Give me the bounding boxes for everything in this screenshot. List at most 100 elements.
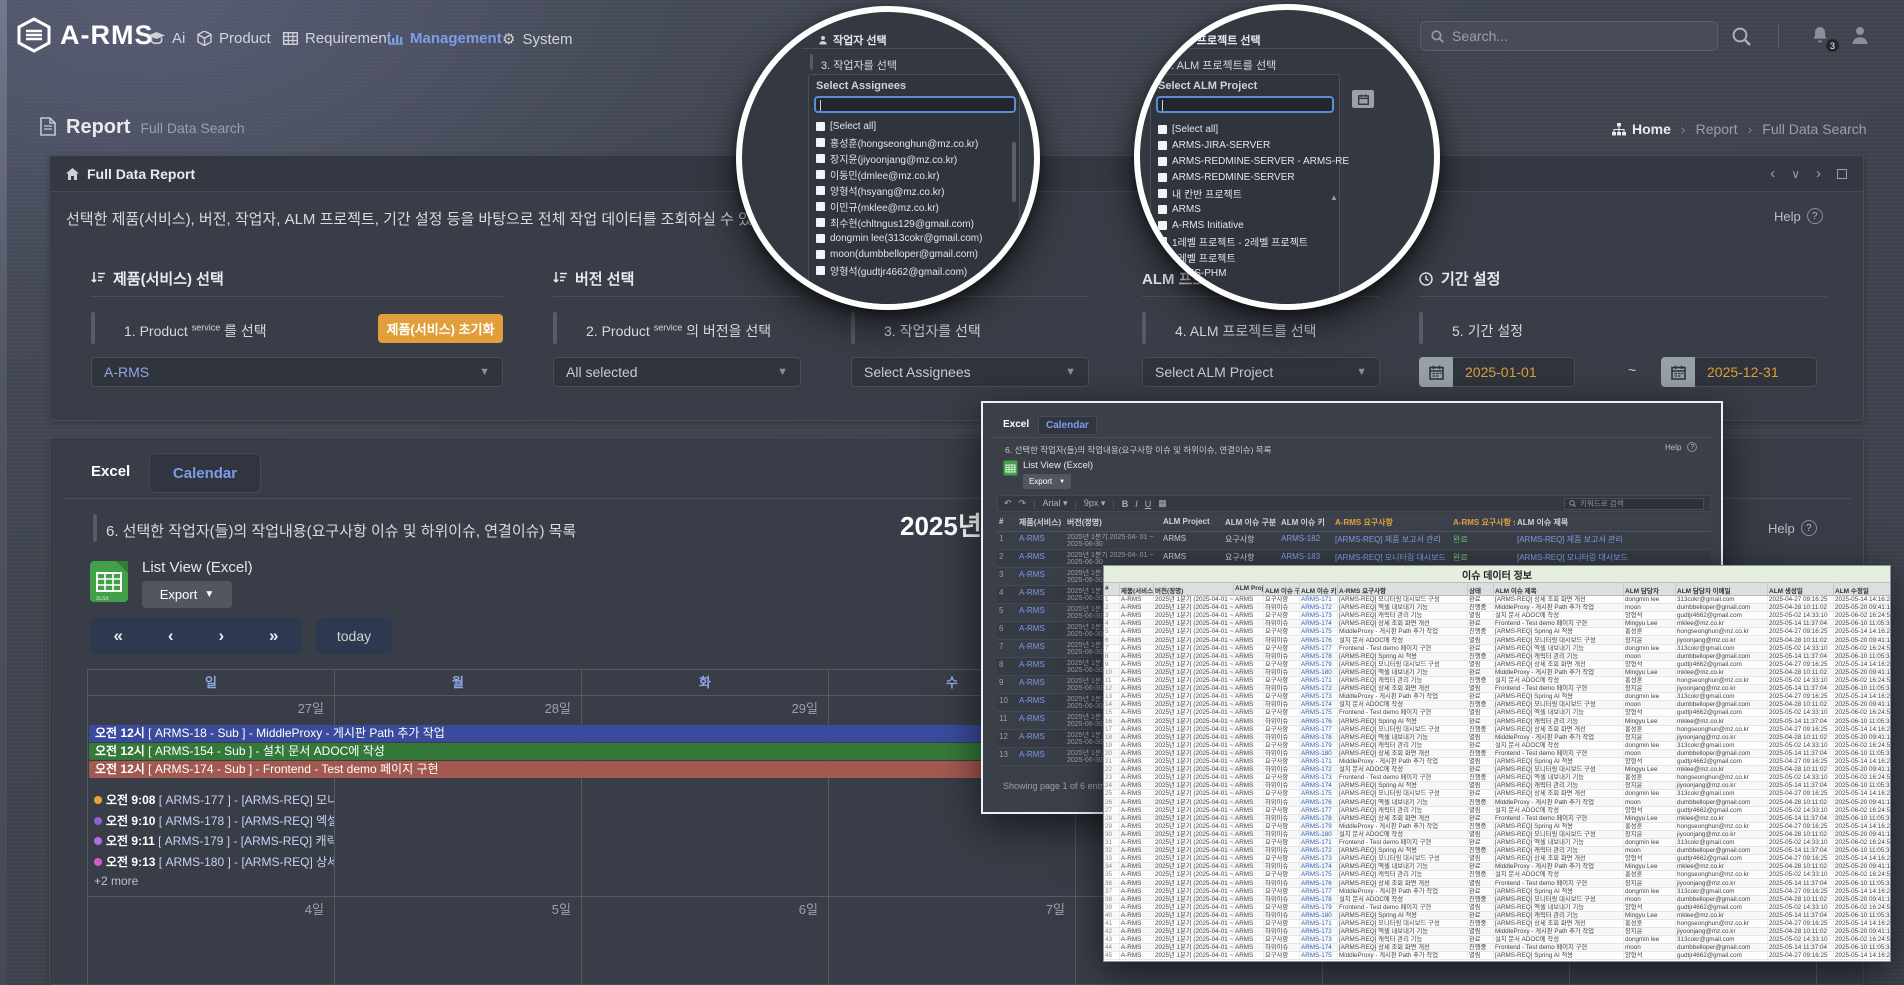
sheet-column-header[interactable]: ALM 담당자 (1624, 583, 1676, 596)
sheet-row[interactable]: 35A-RMS2025년 1분기 (2025-04-01 ~ 2025-06-3… (1104, 871, 1890, 879)
mini-tab-excel[interactable]: Excel (1003, 419, 1029, 430)
prev-page-button[interactable]: ‹ (168, 626, 174, 646)
sheet-row[interactable]: 27A-RMS2025년 1분기 (2025-04-01 ~ 2025-06-3… (1104, 807, 1890, 815)
sheet-column-header[interactable]: ALM 수정일 (1834, 583, 1890, 596)
sheet-row[interactable]: 26A-RMS2025년 1분기 (2025-04-01 ~ 2025-06-3… (1104, 799, 1890, 807)
sheet-row[interactable]: 23A-RMS2025년 1분기 (2025-04-01 ~ 2025-06-3… (1104, 774, 1890, 782)
date-to-input[interactable]: 2025-12-31 (1695, 357, 1817, 387)
undo-icon[interactable]: ↶ (1004, 498, 1012, 509)
dropdown-option[interactable]: 양형석(gudtjr4662@gmail.com) (816, 263, 1012, 277)
sheet-row[interactable]: 42A-RMS2025년 1분기 (2025-04-01 ~ 2025-06-3… (1104, 928, 1890, 936)
assignee-select[interactable]: Select Assignees▼ (851, 357, 1089, 387)
nav-item-ai[interactable]: Ai (148, 30, 185, 47)
dropdown-option[interactable]: [Select all] (1158, 122, 1330, 136)
calendar-day-number[interactable]: 5일 (335, 897, 582, 923)
nav-item-system[interactable]: ⚙ System (502, 30, 572, 48)
mini-tab-calendar[interactable]: Calendar (1038, 416, 1097, 435)
sheet-row[interactable]: 21A-RMS2025년 1분기 (2025-04-01 ~ 2025-06-3… (1104, 758, 1890, 766)
dropdown-option[interactable]: ARMS (1158, 202, 1330, 216)
sheet-row[interactable]: 5A-RMS2025년 1분기 (2025-04-01 ~ 2025-06-30… (1104, 628, 1890, 636)
sheet-row[interactable]: 36A-RMS2025년 1분기 (2025-04-01 ~ 2025-06-3… (1104, 880, 1890, 888)
column-header[interactable]: ALM Project (1161, 515, 1223, 528)
alm-project-select[interactable]: Select ALM Project▼ (1142, 357, 1380, 387)
sheet-column-header[interactable]: ALM 이슈 키 (1300, 583, 1338, 596)
search-input[interactable]: Search... (1420, 21, 1718, 51)
dropdown-option[interactable]: 내 칸반 프로젝트 (1158, 186, 1330, 200)
checkbox-icon[interactable] (1158, 205, 1167, 214)
notifications-bell-icon[interactable]: 3 (1810, 25, 1832, 47)
dropdown-option[interactable]: 장지윤(jiyoonjang@mz.co.kr) (816, 151, 1012, 165)
sheet-row[interactable]: 6A-RMS2025년 1분기 (2025-04-01 ~ 2025-06-30… (1104, 637, 1890, 645)
sheet-row[interactable]: 33A-RMS2025년 1분기 (2025-04-01 ~ 2025-06-3… (1104, 855, 1890, 863)
checkbox-icon[interactable] (1158, 141, 1167, 150)
sheet-row[interactable]: 46A-RMS2025년 1분기 (2025-04-01 ~ 2025-06-3… (1104, 961, 1890, 963)
checkbox-icon[interactable] (1158, 221, 1167, 230)
last-page-button[interactable]: » (269, 626, 278, 646)
sheet-row[interactable]: 19A-RMS2025년 1분기 (2025-04-01 ~ 2025-06-3… (1104, 742, 1890, 750)
sheet-column-header[interactable]: ALM 이슈 제목 (1494, 583, 1624, 596)
sheet-row[interactable]: 20A-RMS2025년 1분기 (2025-04-01 ~ 2025-06-3… (1104, 750, 1890, 758)
checkbox-icon[interactable] (816, 218, 825, 227)
sheet-column-header[interactable]: ALM Proj (1234, 583, 1264, 594)
help-button[interactable]: Help? (1774, 208, 1823, 224)
checkbox-icon[interactable] (816, 170, 825, 179)
version-select[interactable]: All selected▼ (553, 357, 801, 387)
dropdown-option[interactable]: A-RMS Initiative (1158, 218, 1330, 232)
sheet-row[interactable]: 38A-RMS2025년 1분기 (2025-04-01 ~ 2025-06-3… (1104, 896, 1890, 904)
column-header[interactable]: 버전(정명) (1065, 515, 1161, 530)
column-header[interactable]: ALM 이슈 구분 (1223, 515, 1279, 530)
sheet-column-header[interactable]: A-RMS 요구사항 (1338, 583, 1468, 596)
calendar-day-number[interactable]: 27일 (88, 696, 335, 722)
breadcrumb-report[interactable]: Report (1696, 121, 1738, 137)
bold-button[interactable]: B (1122, 499, 1129, 509)
column-header[interactable]: ALM 이슈 키 (1279, 515, 1333, 530)
mini-export-button[interactable]: Export▼ (1023, 474, 1071, 489)
sheet-column-header[interactable]: ALM 이슈 구분 (1264, 583, 1300, 596)
sheet-row[interactable]: 40A-RMS2025년 1분기 (2025-04-01 ~ 2025-06-3… (1104, 912, 1890, 920)
sheet-row[interactable]: 12A-RMS2025년 1분기 (2025-04-01 ~ 2025-06-3… (1104, 685, 1890, 693)
sheet-column-header[interactable]: 상태 (1468, 583, 1494, 596)
product-reset-button[interactable]: 제품(서비스) 초기화 (378, 314, 503, 343)
checkbox-icon[interactable] (816, 250, 825, 259)
carousel-collapse-icon[interactable]: ∨ (1791, 167, 1800, 181)
mini-help-button[interactable]: Help? (1665, 442, 1697, 452)
user-profile-icon[interactable] (1850, 25, 1870, 45)
sheet-row[interactable]: 15A-RMS2025년 1분기 (2025-04-01 ~ 2025-06-3… (1104, 709, 1890, 717)
calendar-event-item[interactable]: 오전 9:13 [ ARMS-180 ] - [ARMS-REQ] 상세 (94, 853, 334, 871)
sheet-row[interactable]: 2A-RMS2025년 1분기 (2025-04-01 ~ 2025-06-30… (1104, 604, 1890, 612)
first-page-button[interactable]: « (113, 626, 122, 646)
dropdown-option[interactable]: moon(dumbbelloper@gmail.com) (816, 247, 1012, 261)
sheet-column-header[interactable]: 제품(서비스) (1120, 583, 1154, 596)
column-header[interactable]: ALM 이슈 제목 (1515, 515, 1685, 530)
nav-item-product[interactable]: Product (197, 30, 271, 47)
checkbox-icon[interactable] (816, 154, 825, 163)
table-row[interactable]: 1A-RMS2025년 1분기 2025-04- 01 ~ 2025-06-30… (997, 532, 1711, 550)
checkbox-icon[interactable] (1158, 253, 1167, 262)
checkbox-icon[interactable] (1158, 173, 1167, 182)
sheet-row[interactable]: 10A-RMS2025년 1분기 (2025-04-01 ~ 2025-06-3… (1104, 669, 1890, 677)
sheet-row[interactable]: 25A-RMS2025년 1분기 (2025-04-01 ~ 2025-06-3… (1104, 790, 1890, 798)
sheet-row[interactable]: 39A-RMS2025년 1분기 (2025-04-01 ~ 2025-06-3… (1104, 904, 1890, 912)
dropdown-option[interactable]: 양형석(hsyang@mz.co.kr) (816, 183, 1012, 197)
sheet-row[interactable]: 1A-RMS2025년 1분기 (2025-04-01 ~ 2025-06-30… (1104, 596, 1890, 604)
calendar-event-item[interactable]: 오전 9:10 [ ARMS-178 ] - [ARMS-REQ] 엑셀 (94, 812, 334, 830)
fullscreen-icon[interactable] (1837, 169, 1847, 179)
dropdown-option[interactable]: 이동민(dmlee@mz.co.kr) (816, 167, 1012, 181)
sheet-column-header[interactable]: # (1104, 583, 1120, 594)
carousel-prev-icon[interactable]: ‹ (1770, 165, 1775, 182)
sheet-row[interactable]: 45A-RMS2025년 1분기 (2025-04-01 ~ 2025-06-3… (1104, 952, 1890, 960)
sheet-row[interactable]: 22A-RMS2025년 1분기 (2025-04-01 ~ 2025-06-3… (1104, 766, 1890, 774)
calendar-icon[interactable] (1661, 357, 1695, 387)
sheet-column-header[interactable]: ALM 담당자 이메일 (1676, 583, 1768, 596)
sheet-row[interactable]: 18A-RMS2025년 1분기 (2025-04-01 ~ 2025-06-3… (1104, 734, 1890, 742)
checkbox-icon[interactable] (1158, 189, 1167, 198)
sheet-row[interactable]: 28A-RMS2025년 1분기 (2025-04-01 ~ 2025-06-3… (1104, 815, 1890, 823)
date-from-input[interactable]: 2025-01-01 (1453, 357, 1575, 387)
tab-excel[interactable]: Excel (91, 463, 130, 480)
sheet-row[interactable]: 44A-RMS2025년 1분기 (2025-04-01 ~ 2025-06-3… (1104, 944, 1890, 952)
font-family-select[interactable]: Arial ▾ (1042, 498, 1067, 509)
dropdown-option[interactable]: 1레벨 프로젝트 (1158, 250, 1330, 264)
sheet-row[interactable]: 7A-RMS2025년 1분기 (2025-04-01 ~ 2025-06-30… (1104, 645, 1890, 653)
tab-calendar[interactable]: Calendar (149, 453, 261, 493)
assignee-filter-input[interactable] (814, 96, 1016, 113)
